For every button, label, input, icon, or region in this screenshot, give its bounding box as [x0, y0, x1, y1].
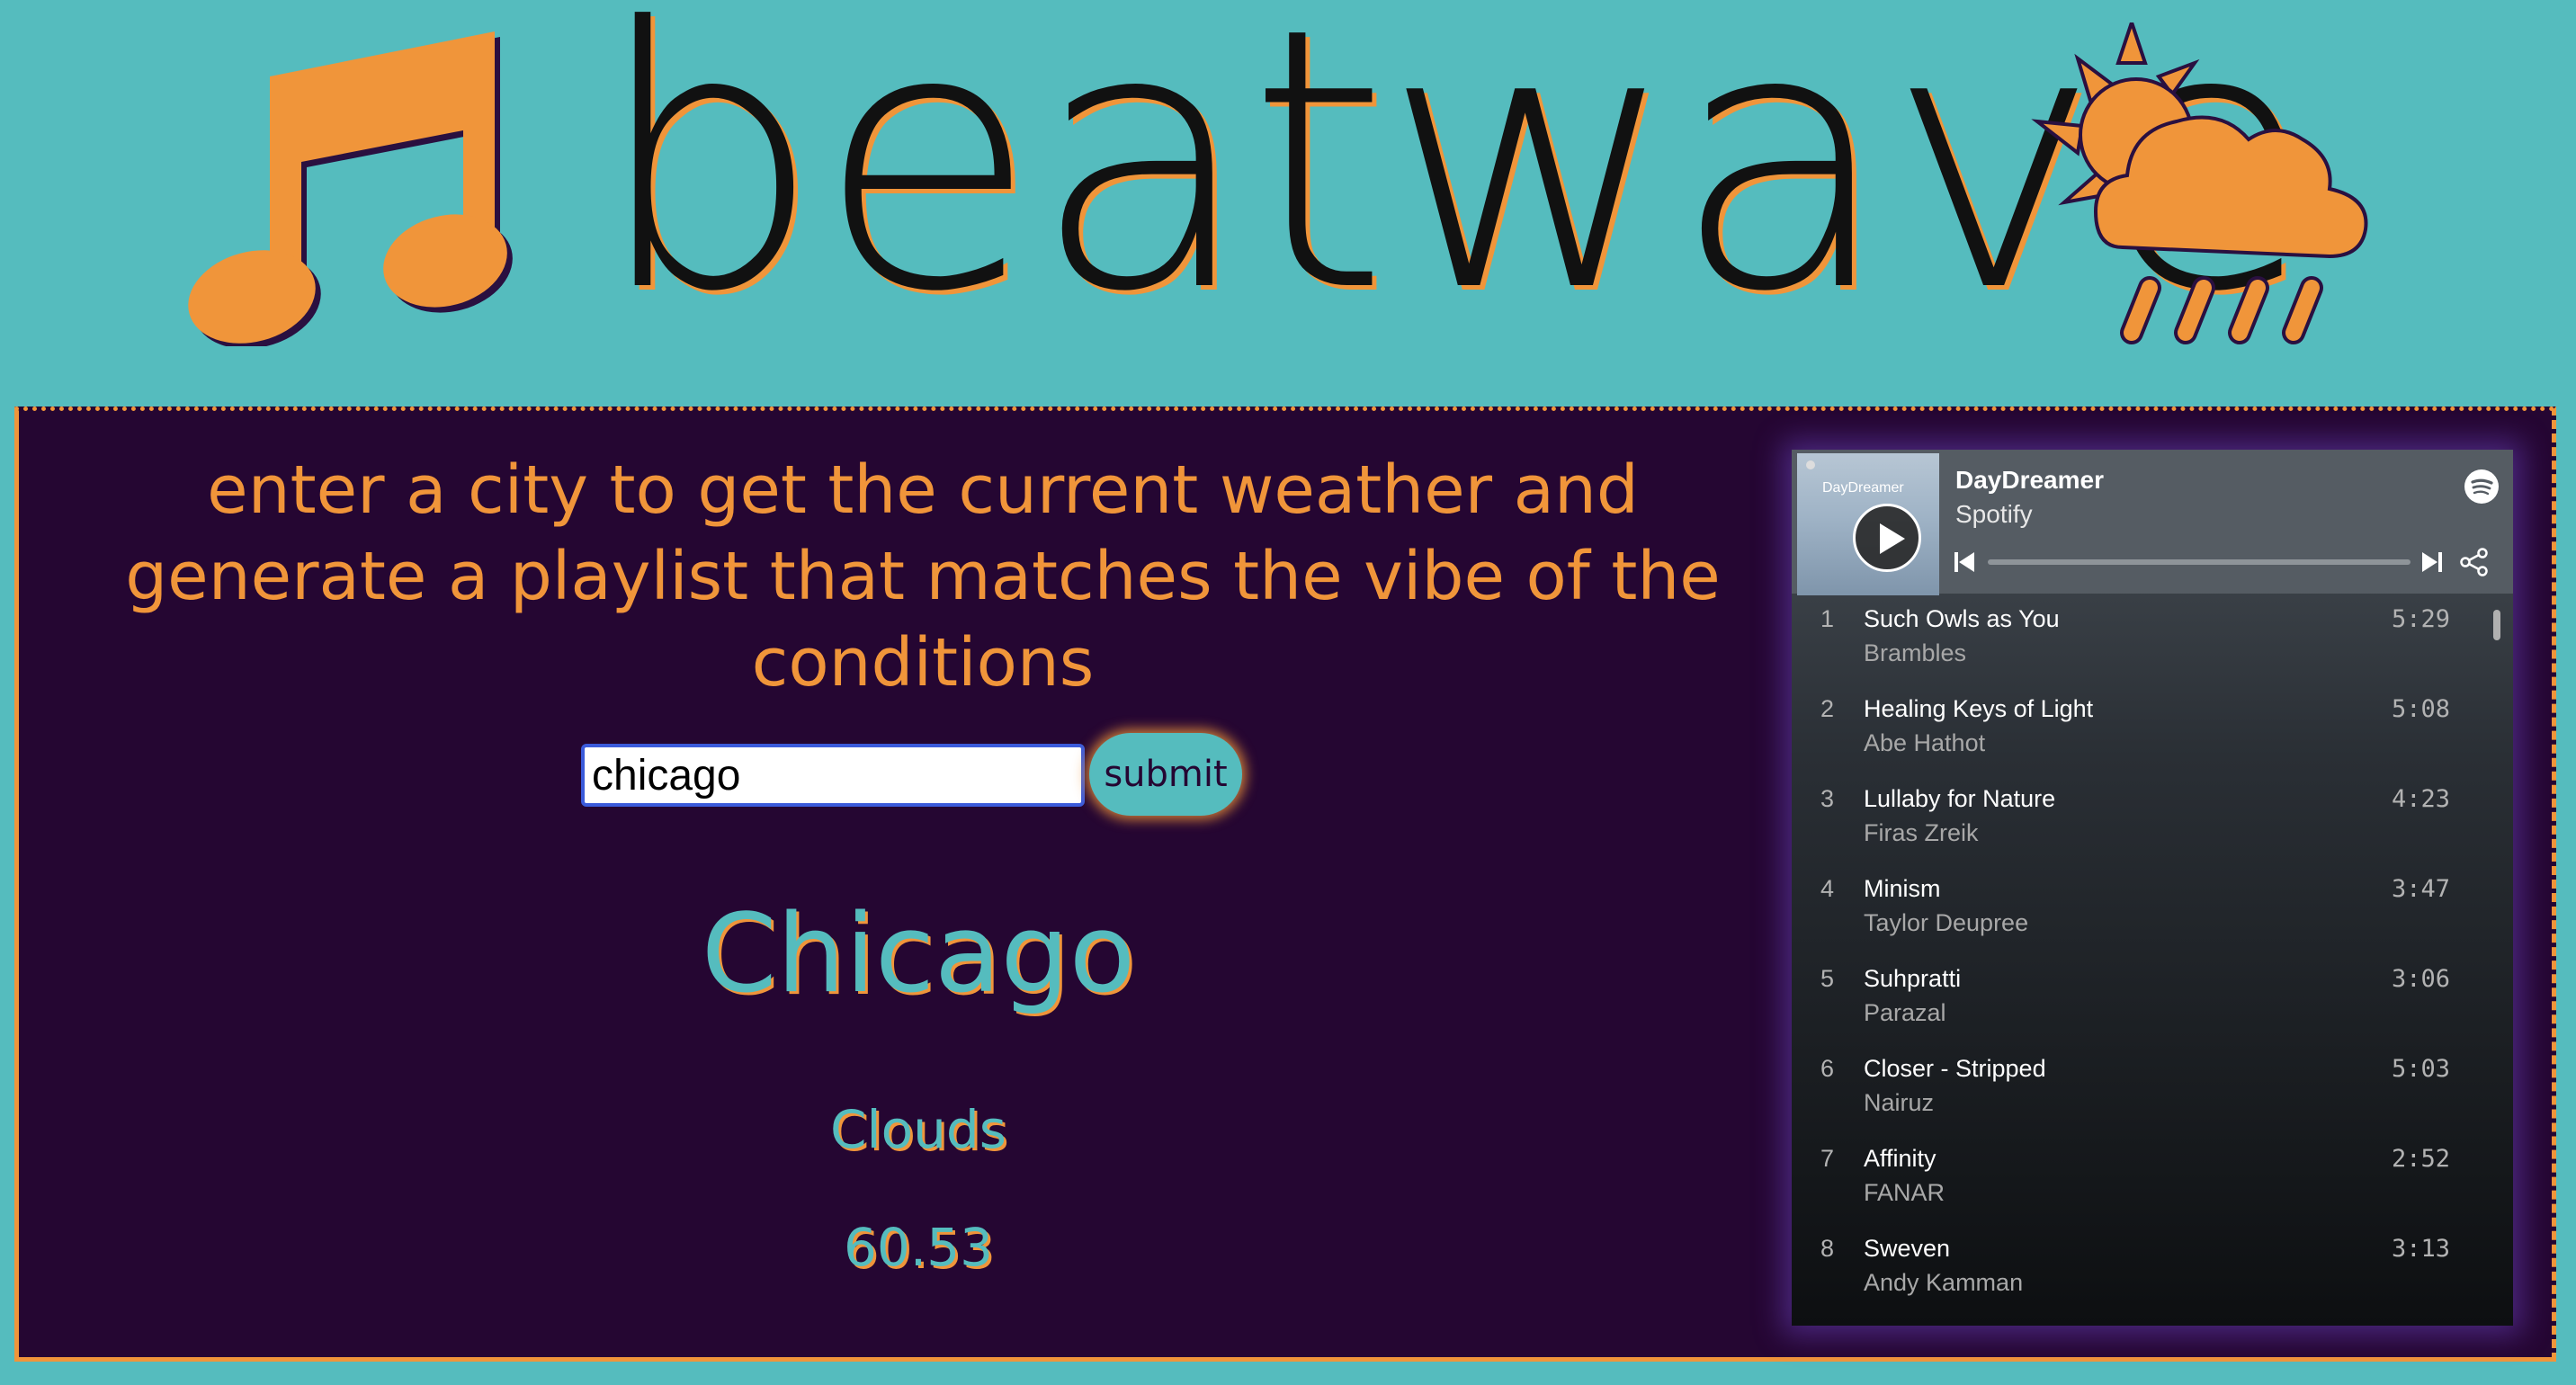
track-number: 8 [1820, 1235, 1835, 1262]
city-input[interactable] [581, 744, 1085, 807]
progress-bar[interactable] [1988, 559, 2411, 565]
track-duration: 3:13 [2391, 1235, 2450, 1263]
share-icon[interactable] [2459, 547, 2490, 577]
track-artist: Firas Zreik [1864, 819, 1979, 846]
track-title: Affinity [1864, 1145, 1936, 1172]
track-number: 6 [1820, 1055, 1835, 1082]
previous-track-icon[interactable] [1954, 550, 1975, 574]
track-list: 1 Such Owls as You Brambles 5:29 2 Heali… [1792, 598, 2513, 1318]
track-number: 4 [1820, 875, 1835, 902]
city-name: Chicago [701, 892, 1136, 1017]
track-row[interactable]: 6 Closer - Stripped Nairuz 5:03 [1792, 1048, 2513, 1138]
sun-cloud-rain-icon [2031, 22, 2368, 344]
cover-dot [1806, 460, 1815, 469]
track-row[interactable]: 8 Sweven Andy Kamman 3:13 [1792, 1228, 2513, 1318]
track-row[interactable]: 3 Lullaby for Nature Firas Zreik 4:23 [1792, 778, 2513, 868]
track-list-scrollbar[interactable] [2493, 610, 2500, 640]
track-row[interactable]: 4 Minism Taylor Deupree 3:47 [1792, 868, 2513, 958]
track-number: 3 [1820, 785, 1835, 812]
cover-title: DayDreamer [1822, 480, 1904, 496]
track-row[interactable]: 1 Such Owls as You Brambles 5:29 [1792, 598, 2513, 688]
play-button[interactable] [1853, 504, 1921, 572]
track-number: 1 [1820, 605, 1835, 632]
player-header: DayDreamer DayDreamer Spotify [1792, 450, 2513, 595]
track-artist: Andy Kamman [1864, 1269, 2024, 1296]
music-note-icon [188, 31, 513, 346]
track-artist: Nairuz [1864, 1089, 1935, 1116]
track-title: Healing Keys of Light [1864, 695, 2094, 722]
track-duration: 2:52 [2391, 1145, 2450, 1173]
play-icon [1880, 523, 1905, 554]
track-title: Such Owls as You [1864, 605, 2060, 632]
track-number: 5 [1820, 965, 1835, 992]
track-duration: 5:08 [2391, 695, 2450, 723]
track-duration: 3:06 [2391, 965, 2450, 993]
track-title: Minism [1864, 875, 1941, 902]
spotify-embed: DayDreamer DayDreamer Spotify 1 Such Owl… [1792, 450, 2513, 1326]
track-title: Closer - Stripped [1864, 1055, 2046, 1082]
cover-art: DayDreamer [1797, 453, 1939, 595]
submit-button[interactable]: submit [1089, 733, 1242, 816]
track-number: 7 [1820, 1145, 1835, 1172]
track-artist: Brambles [1864, 639, 1967, 666]
track-row[interactable]: 7 Affinity FANAR 2:52 [1792, 1138, 2513, 1228]
track-title: Lullaby for Nature [1864, 785, 2056, 812]
track-row[interactable]: 5 Suhpratti Parazal 3:06 [1792, 958, 2513, 1048]
site-header: beatwave [0, 0, 2576, 405]
playlist-title[interactable]: DayDreamer [1955, 466, 2104, 495]
track-duration: 4:23 [2391, 785, 2450, 813]
track-artist: FANAR [1864, 1179, 1945, 1206]
track-artist: Abe Hathot [1864, 729, 1986, 756]
track-number: 2 [1820, 695, 1835, 722]
track-duration: 5:29 [2391, 605, 2450, 633]
playlist-owner[interactable]: Spotify [1955, 500, 2033, 529]
search-prompt: enter a city to get the current weather … [125, 451, 1721, 701]
spotify-logo-icon[interactable] [2464, 469, 2499, 504]
track-title: Sweven [1864, 1235, 1951, 1262]
next-track-icon[interactable] [2421, 550, 2443, 574]
track-duration: 3:47 [2391, 875, 2450, 903]
track-row[interactable]: 2 Healing Keys of Light Abe Hathot 5:08 [1792, 688, 2513, 778]
track-artist: Parazal [1864, 999, 1946, 1026]
weather-condition: Clouds [830, 1099, 1006, 1160]
temperature: 60.53 [843, 1217, 994, 1278]
track-duration: 5:03 [2391, 1055, 2450, 1083]
track-title: Suhpratti [1864, 965, 1962, 992]
track-artist: Taylor Deupree [1864, 909, 2029, 936]
